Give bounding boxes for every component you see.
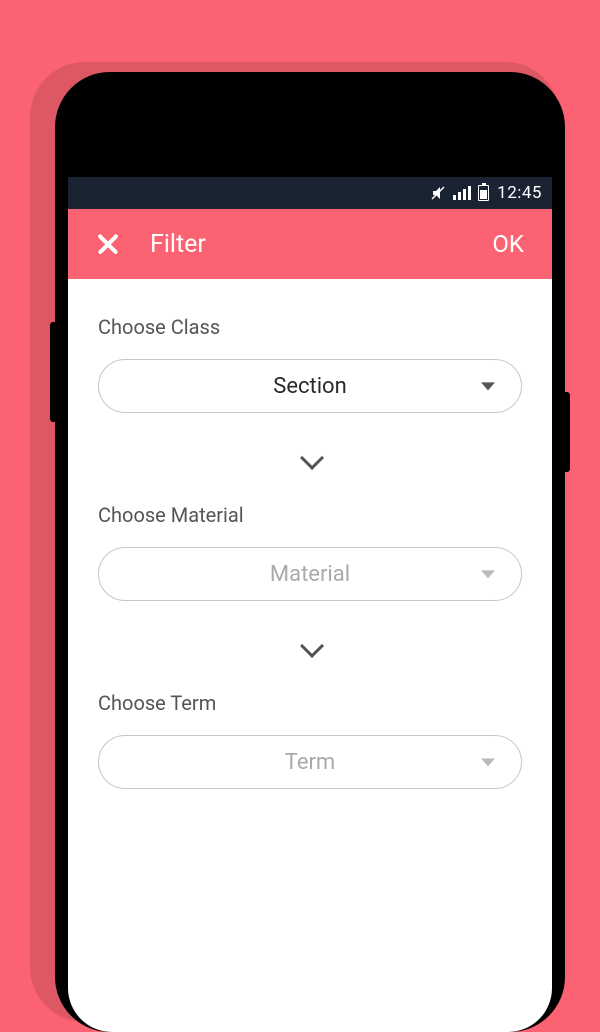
material-dropdown[interactable]: Material bbox=[98, 547, 522, 601]
term-dropdown-value: Term bbox=[285, 750, 335, 775]
signal-icon bbox=[453, 186, 472, 200]
phone-power-button bbox=[565, 392, 570, 472]
chevron-down-icon bbox=[300, 641, 320, 653]
term-field-group: Choose Term Term bbox=[98, 691, 522, 789]
phone-frame: 12:45 Filter OK Choose Class Section bbox=[55, 72, 565, 1032]
class-dropdown-value: Section bbox=[273, 374, 347, 399]
term-label: Choose Term bbox=[98, 691, 522, 715]
close-button[interactable] bbox=[94, 230, 122, 258]
phone-volume-button bbox=[50, 322, 55, 422]
ok-button[interactable]: OK bbox=[486, 226, 530, 262]
material-label: Choose Material bbox=[98, 503, 522, 527]
content-area: Choose Class Section Choose Material Mat… bbox=[68, 279, 552, 825]
page-title: Filter bbox=[150, 230, 486, 259]
phone-inner: 12:45 Filter OK Choose Class Section bbox=[68, 84, 552, 1032]
chevron-down-icon bbox=[300, 453, 320, 465]
divider bbox=[98, 641, 522, 653]
screen: 12:45 Filter OK Choose Class Section bbox=[68, 177, 552, 1032]
class-field-group: Choose Class Section bbox=[98, 315, 522, 413]
chevron-down-icon bbox=[481, 382, 495, 390]
material-dropdown-value: Material bbox=[270, 562, 350, 587]
header-bar: Filter OK bbox=[68, 209, 552, 279]
chevron-down-icon bbox=[481, 570, 495, 578]
status-bar: 12:45 bbox=[68, 177, 552, 209]
class-dropdown[interactable]: Section bbox=[98, 359, 522, 413]
mute-icon bbox=[430, 185, 446, 201]
material-field-group: Choose Material Material bbox=[98, 503, 522, 601]
divider bbox=[98, 453, 522, 465]
status-icons bbox=[430, 185, 490, 201]
battery-icon bbox=[478, 185, 489, 201]
chevron-down-icon bbox=[481, 758, 495, 766]
term-dropdown[interactable]: Term bbox=[98, 735, 522, 789]
status-time: 12:45 bbox=[497, 183, 542, 203]
class-label: Choose Class bbox=[98, 315, 522, 339]
